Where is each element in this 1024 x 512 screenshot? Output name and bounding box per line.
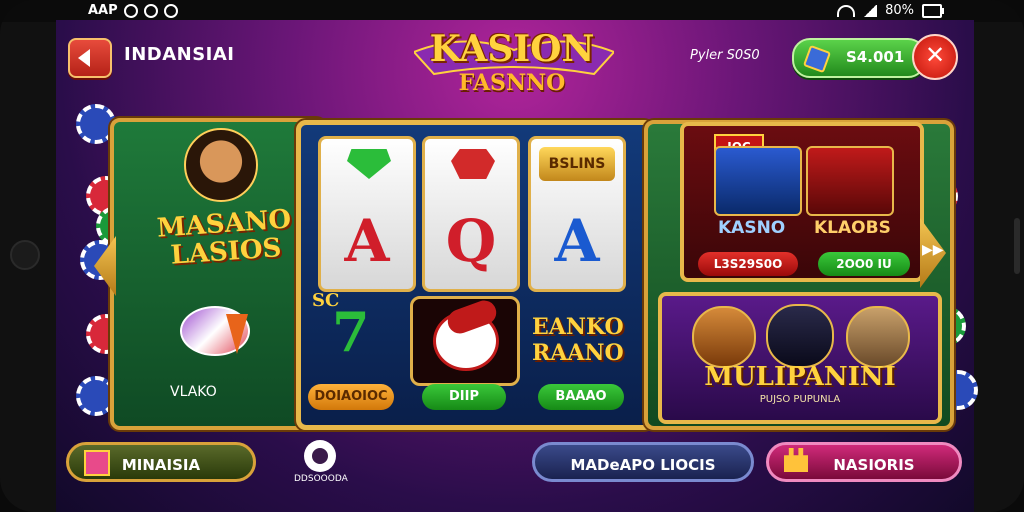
card-title: MULIPANINI bbox=[704, 362, 896, 392]
left-game-title: MASANO LASIOS bbox=[148, 204, 302, 271]
logo-line2: FASNNO bbox=[458, 70, 566, 96]
game-card-mulipanini[interactable]: MULIPANINI PUJSO PUPUNLA bbox=[658, 292, 942, 424]
red-gem-icon bbox=[451, 149, 495, 179]
coin-icon bbox=[802, 44, 832, 74]
green-gem-icon bbox=[347, 149, 391, 179]
nasioris-label: NASIORIS bbox=[833, 456, 915, 474]
reel-label-raano: RAANO bbox=[532, 340, 624, 366]
minaisia-label: MINAISIA bbox=[121, 456, 201, 474]
q-logo-icon[interactable] bbox=[304, 440, 336, 472]
q-logo-label: DDSOOODA bbox=[294, 474, 348, 484]
notification-icon bbox=[123, 3, 138, 18]
casino-logo: KASION FASNNO bbox=[414, 18, 614, 104]
reel-cell-3: BSLINS A bbox=[528, 136, 626, 292]
madeapo-button[interactable]: MADeAPO LIOCIS bbox=[532, 442, 754, 482]
woman-portrait bbox=[806, 146, 894, 216]
close-icon: ✕ bbox=[924, 41, 946, 69]
app-title: INDANSIAI bbox=[124, 44, 235, 65]
reel-symbol-q: Q bbox=[445, 207, 497, 275]
reel-button-2[interactable]: DIIP bbox=[422, 384, 506, 410]
seven-icon: 7 bbox=[332, 300, 370, 364]
reel-button-1[interactable]: DOIAOIOC bbox=[308, 384, 394, 410]
reel-symbol-a1: A bbox=[344, 207, 390, 275]
reel-cell-1: A bbox=[318, 136, 416, 292]
kids-portrait bbox=[714, 146, 802, 216]
card-label-right: KLAOBS bbox=[814, 218, 891, 238]
reel-symbol-a2: A bbox=[554, 207, 600, 275]
wifi-icon bbox=[837, 4, 856, 17]
device-frame: AAP 80% INDANSIAI KASION FASNNO Pyler S0… bbox=[0, 0, 1024, 512]
gift-icon bbox=[84, 450, 110, 476]
logo-line1: KASION bbox=[429, 28, 595, 70]
dog-symbol bbox=[410, 296, 520, 386]
reel-label-bslins: BSLINS bbox=[539, 147, 615, 181]
camera-icon bbox=[10, 240, 40, 270]
player-label: Pyler S0S0 bbox=[690, 48, 760, 63]
pilot-avatar bbox=[766, 304, 834, 368]
battery-percent: 80% bbox=[885, 3, 914, 18]
side-button bbox=[1014, 218, 1020, 274]
close-button[interactable]: ✕ bbox=[912, 34, 958, 80]
card-subtitle: PUJSO PUPUNLA bbox=[759, 394, 841, 405]
notification-icon-3 bbox=[163, 3, 178, 18]
kangaroo-icon bbox=[692, 306, 756, 368]
battery-icon bbox=[922, 3, 944, 18]
balance-button[interactable]: S4.001 bbox=[792, 38, 926, 78]
reel-button-3[interactable]: BAAAO bbox=[538, 384, 624, 410]
back-button[interactable] bbox=[68, 38, 112, 78]
madeapo-label: MADeAPO LIOCIS bbox=[570, 456, 716, 474]
card-button-right[interactable]: 2OO0 IU bbox=[818, 252, 910, 276]
status-app-label: AAP bbox=[88, 3, 118, 18]
reel-cell-2: Q bbox=[422, 136, 520, 292]
character-avatar bbox=[184, 128, 258, 202]
notification-icon-2 bbox=[143, 3, 158, 18]
dog-icon bbox=[846, 306, 910, 368]
balance-value: S4.001 bbox=[846, 48, 905, 66]
reel-label-eanko: EANKO bbox=[532, 314, 624, 340]
signal-icon bbox=[863, 4, 878, 17]
card-button-left[interactable]: L3S29S0O bbox=[698, 252, 798, 276]
game-card-kasno[interactable]: JOC KASNO KLAOBS L3S29S0O 2OO0 IU bbox=[680, 122, 924, 282]
card-label-left: KASNO bbox=[718, 218, 786, 238]
left-caption: VLAKO bbox=[170, 384, 217, 400]
